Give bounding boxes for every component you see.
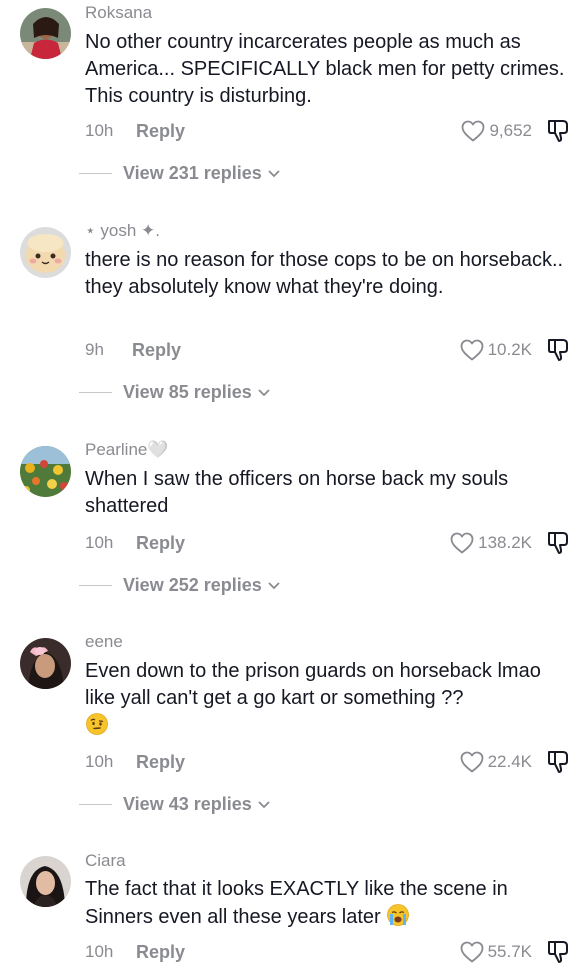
thumbs-down-outline-icon[interactable]	[546, 749, 572, 775]
avatar[interactable]	[20, 856, 71, 907]
view-replies-button[interactable]: View 252 replies	[79, 574, 281, 596]
face-with-raised-eyebrow-emoji	[86, 713, 108, 735]
comment-username[interactable]: ⋆ yosh ✦.	[85, 221, 160, 241]
view-replies-button[interactable]: View 43 replies	[79, 793, 271, 815]
comment-timestamp: 9h	[85, 340, 104, 359]
reply-button[interactable]: Reply	[136, 752, 185, 773]
like-count: 22.4K	[487, 752, 532, 771]
comment-timestamp: 10h	[85, 121, 114, 140]
heart-outline-icon[interactable]	[450, 532, 474, 554]
comment-actions: 10h Reply 22.4K	[85, 749, 572, 776]
thumbs-down-outline-icon[interactable]	[546, 118, 572, 144]
reply-button[interactable]: Reply	[136, 121, 185, 142]
view-replies-label: View 43 replies	[123, 793, 252, 814]
like-count: 138.2K	[478, 533, 532, 552]
comment-timestamp: 10h	[85, 533, 114, 552]
heart-outline-icon[interactable]	[460, 751, 484, 773]
comment-text: there is no reason for those cops to be …	[85, 249, 564, 298]
chevron-down-icon	[268, 582, 280, 590]
comment-text-body: The fact that it looks EXACTLY like the …	[85, 878, 508, 928]
comment-username[interactable]: Pearline🤍	[85, 440, 169, 460]
like-count: 9,652	[489, 121, 532, 140]
like-group: 138.2K	[450, 530, 572, 556]
like-group: 22.4K	[460, 749, 572, 775]
reply-button[interactable]: Reply	[136, 533, 185, 554]
comment-text: No other country incarcerates people as …	[85, 31, 565, 107]
comment-text-body: Even down to the prison guards on horseb…	[85, 660, 541, 709]
view-replies-button[interactable]: View 231 replies	[79, 162, 281, 184]
comment-text: The fact that it looks EXACTLY like the …	[85, 876, 570, 931]
thumbs-down-outline-icon[interactable]	[546, 337, 572, 363]
like-group: 55.7K	[460, 939, 572, 965]
comment-actions: 9h Reply 10.2K	[85, 337, 572, 364]
divider-line	[79, 584, 112, 586]
comment-timestamp: 10h	[85, 942, 114, 961]
like-group: 9,652	[461, 118, 572, 144]
comment-username[interactable]: Roksana	[85, 3, 152, 23]
comment-actions: 10h Reply 138.2K	[85, 530, 572, 557]
view-replies-button[interactable]: View 85 replies	[79, 381, 271, 403]
chevron-down-icon	[258, 801, 270, 809]
comment-timestamp: 10h	[85, 752, 114, 771]
like-count: 55.7K	[487, 942, 532, 961]
avatar[interactable]	[20, 8, 71, 59]
chevron-down-icon	[268, 170, 280, 178]
reply-button[interactable]: Reply	[132, 340, 181, 361]
view-replies-label: View 252 replies	[123, 574, 262, 595]
avatar[interactable]	[20, 638, 71, 689]
view-replies-label: View 231 replies	[123, 162, 262, 183]
heart-outline-icon[interactable]	[461, 120, 485, 142]
loudly-crying-face-emoji	[387, 904, 410, 926]
comment-text: Even down to the prison guards on horseb…	[85, 658, 570, 740]
comment-text: When I saw the officers on horse back my…	[85, 468, 509, 517]
like-count: 10.2K	[487, 340, 532, 359]
divider-line	[79, 803, 112, 805]
avatar[interactable]	[20, 446, 71, 497]
comment-username[interactable]: eene	[85, 632, 123, 652]
thumbs-down-outline-icon[interactable]	[546, 939, 572, 965]
view-replies-label: View 85 replies	[123, 381, 252, 402]
divider-line	[79, 172, 112, 174]
comment-actions: 10h Reply 9,652	[85, 118, 572, 145]
chevron-down-icon	[258, 389, 270, 397]
like-group: 10.2K	[460, 337, 572, 363]
divider-line	[79, 391, 112, 393]
heart-outline-icon[interactable]	[460, 339, 484, 361]
thumbs-down-outline-icon[interactable]	[546, 530, 572, 556]
comment-username[interactable]: Ciara	[85, 851, 126, 871]
avatar[interactable]	[20, 227, 71, 278]
comment-actions: 10h Reply 55.7K	[85, 939, 572, 966]
